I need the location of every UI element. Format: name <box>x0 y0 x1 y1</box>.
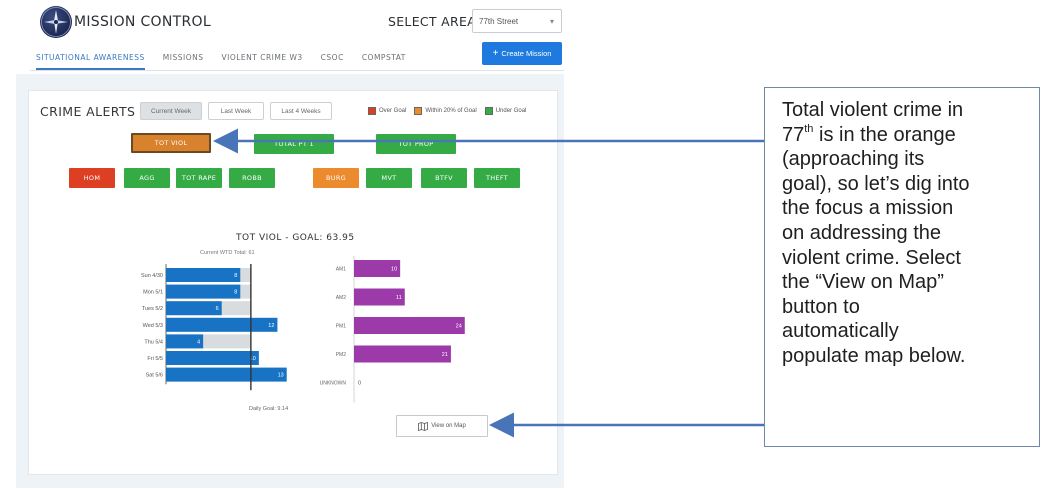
callout-arrows <box>213 128 764 438</box>
